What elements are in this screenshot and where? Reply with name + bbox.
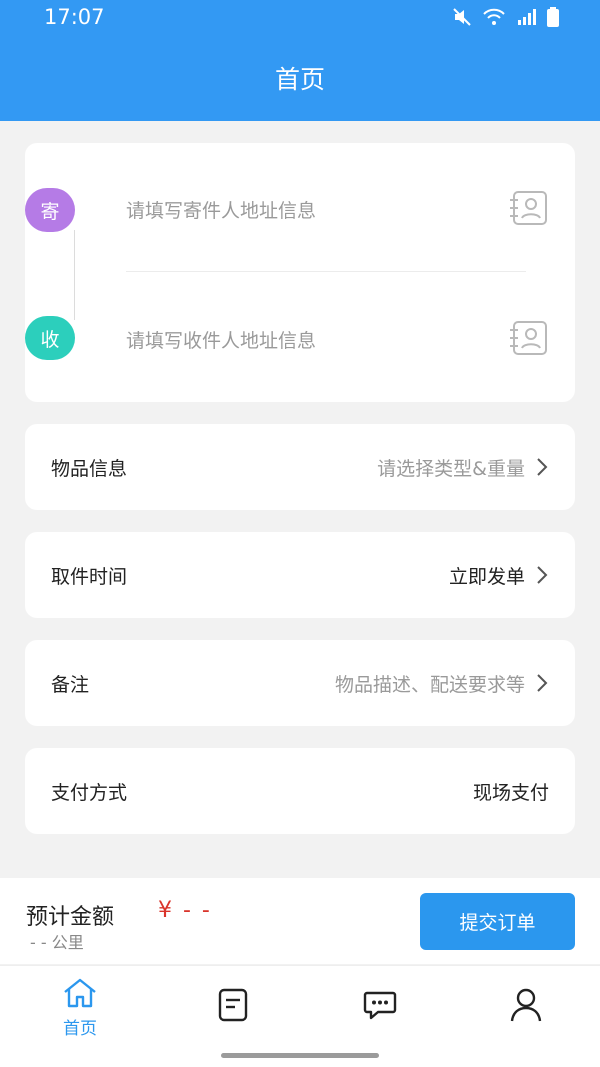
remarks-row[interactable]: 备注 物品描述、配送要求等 (25, 640, 575, 726)
bottom-tab-bar: 首页 (0, 965, 600, 1067)
signal-icon (516, 7, 536, 27)
chevron-right-icon (535, 564, 549, 586)
tab-orders[interactable] (183, 988, 283, 1026)
sender-badge: 寄 (25, 188, 75, 232)
estimate-price: ¥ - - (158, 898, 212, 923)
remarks-value: 物品描述、配送要求等 (334, 673, 525, 696)
goods-info-label: 物品信息 (51, 457, 128, 480)
home-icon (61, 978, 99, 1012)
payment-method-label: 支付方式 (51, 781, 128, 804)
payment-method-value: 现场支付 (472, 781, 549, 804)
pickup-time-row[interactable]: 取件时间 立即发单 (25, 532, 575, 618)
home-indicator (221, 1053, 379, 1058)
battery-icon (546, 7, 560, 27)
payment-method-row[interactable]: 支付方式 现场支付 (25, 748, 575, 834)
status-time: 17:07 (44, 5, 105, 29)
remarks-label: 备注 (51, 673, 90, 696)
tab-home-label: 首页 (63, 1019, 97, 1039)
receiver-badge: 收 (25, 316, 75, 360)
page-title: 首页 (274, 65, 325, 94)
address-card (25, 143, 575, 402)
chevron-right-icon (535, 672, 549, 694)
pickup-time-label: 取件时间 (51, 565, 128, 588)
mute-icon (452, 7, 472, 27)
status-icons (452, 7, 560, 27)
orders-icon (217, 988, 249, 1026)
address-divider (126, 271, 526, 272)
sender-contact-book-icon[interactable] (509, 190, 549, 226)
tab-profile[interactable] (476, 988, 576, 1026)
address-connector (74, 230, 75, 320)
sender-address-field[interactable]: 请填写寄件人地址信息 (126, 196, 316, 223)
estimate-distance: - - 公里 (30, 933, 84, 952)
submit-order-button[interactable]: 提交订单 (420, 893, 575, 950)
estimate-label: 预计金额 (26, 905, 115, 930)
pickup-time-value: 立即发单 (448, 565, 525, 588)
app-header: 17:07 首页 (0, 0, 600, 121)
receiver-contact-book-icon[interactable] (509, 320, 549, 356)
receiver-address-field[interactable]: 请填写收件人地址信息 (126, 326, 316, 353)
tab-home[interactable]: 首页 (30, 978, 130, 1039)
user-icon (509, 988, 543, 1026)
status-bar: 17:07 (0, 0, 600, 36)
wifi-icon (482, 7, 506, 27)
tab-messages[interactable] (330, 990, 430, 1024)
goods-info-row[interactable]: 物品信息 请选择类型&重量 (25, 424, 575, 510)
goods-info-value: 请选择类型&重量 (377, 457, 525, 480)
message-icon (363, 990, 397, 1024)
chevron-right-icon (535, 456, 549, 478)
